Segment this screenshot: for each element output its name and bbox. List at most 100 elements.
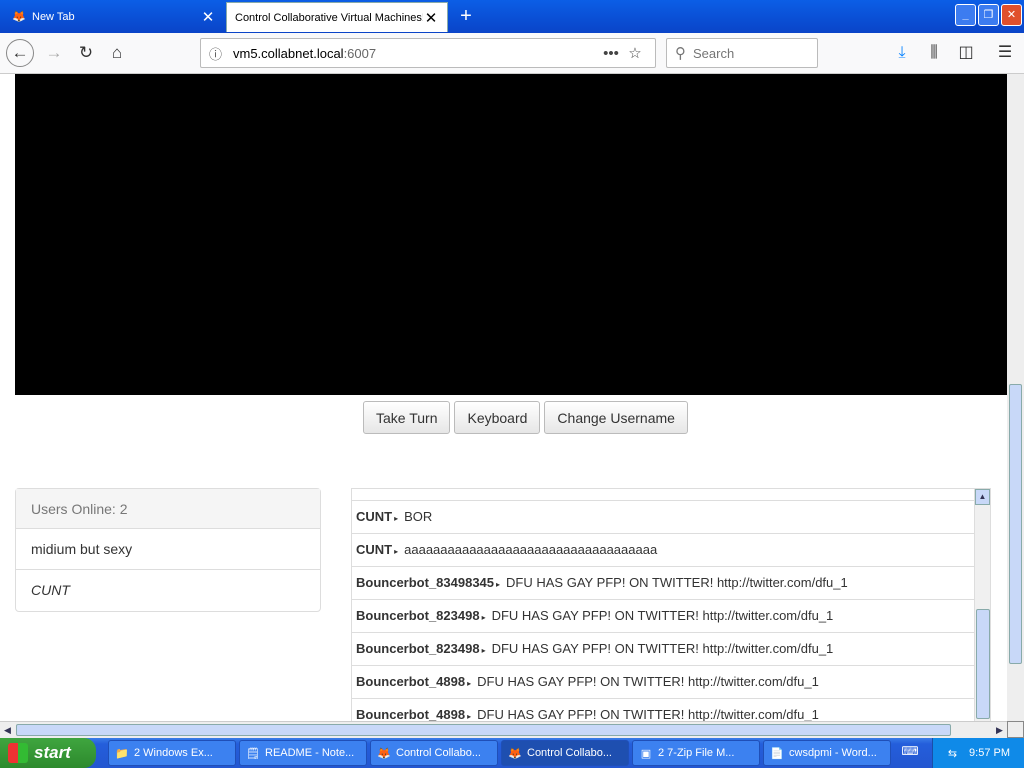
keyboard-button[interactable]: Keyboard: [454, 401, 541, 434]
tab-title: New Tab: [32, 11, 75, 23]
download-icon[interactable]: ⤓: [888, 39, 916, 67]
taskbar: start 📁 2 Windows Ex... 🗒 README - Note...…: [0, 738, 1024, 768]
change-username-button[interactable]: Change Username: [544, 401, 688, 434]
arrow-icon: ▸: [481, 613, 486, 622]
close-icon[interactable]: ✕: [423, 9, 439, 27]
chat-message: Bouncerbot_83498345 ▸ DFU HAS GAY PFP! ON …: [352, 566, 975, 599]
chat-text: DFU HAS GAY PFP! ON TWITTER! http://twit…: [506, 575, 848, 590]
task-label: README - Note...: [265, 747, 355, 759]
chat-spacer: [352, 489, 975, 500]
bookmark-star-icon[interactable]: ☆: [623, 44, 647, 62]
task-label: Control Collabo...: [396, 747, 481, 759]
scroll-up-icon[interactable]: ▲: [975, 489, 990, 505]
page-scroll-thumb[interactable]: [1009, 384, 1022, 664]
chat-text: DFU HAS GAY PFP! ON TWITTER! http://twit…: [491, 608, 834, 623]
horizontal-scroll-thumb[interactable]: [16, 724, 951, 736]
url-text[interactable]: vm5.collabnet.local:6007: [233, 46, 599, 61]
chat-username: Bouncerbot_4898: [356, 674, 466, 689]
library-icon[interactable]: ⫼: [920, 39, 948, 67]
scroll-left-icon[interactable]: ◀: [0, 723, 15, 737]
search-box[interactable]: ⚲: [666, 38, 818, 68]
scroll-right-icon[interactable]: ▶: [992, 723, 1007, 737]
scrollbar-corner: [1007, 721, 1024, 738]
url-port: :6007: [343, 45, 377, 61]
sidebar-icon[interactable]: ◫: [952, 39, 980, 67]
chat-username: Bouncerbot_4898: [356, 707, 466, 721]
task-wordpad[interactable]: 📄 cwsdpmi - Word...: [763, 740, 891, 766]
start-button[interactable]: start: [0, 738, 96, 768]
chat-message: Bouncerbot_4898 ▸ DFU HAS GAY PFP! ON TWIT…: [352, 698, 975, 721]
taskbar-tasks: 📁 2 Windows Ex... 🗒 README - Note... 🦊 Cont…: [108, 740, 891, 766]
chat-username: Bouncerbot_823498: [356, 608, 480, 623]
chat-message: Bouncerbot_4898 ▸ DFU HAS GAY PFP! ON TWIT…: [352, 665, 975, 698]
url-host: vm5.collabnet.local: [233, 45, 344, 61]
firefox-icon: 🦊: [377, 747, 391, 760]
windows-logo-icon: [8, 743, 28, 763]
take-turn-button[interactable]: Take Turn: [363, 401, 451, 434]
firefox-icon: 🦊: [508, 747, 522, 760]
arrow-icon: ▸: [481, 646, 486, 655]
page-actions-icon[interactable]: •••: [599, 45, 623, 62]
firefox-icon: 🦊: [12, 11, 26, 23]
page-content: Take Turn Keyboard Change Username Users…: [0, 74, 1007, 721]
user-item: midium but sexy: [16, 529, 320, 570]
keyboard-icon[interactable]: ⌨: [900, 744, 920, 762]
restore-icon[interactable]: ❐: [978, 4, 999, 26]
close-window-icon[interactable]: ✕: [1001, 4, 1022, 26]
task-windows-explorer[interactable]: 📁 2 Windows Ex...: [108, 740, 236, 766]
minimize-icon[interactable]: _: [955, 4, 976, 26]
users-online-header: Users Online: 2: [16, 489, 320, 529]
arrow-icon: ▸: [496, 580, 501, 589]
user-item: CUNT: [31, 582, 70, 598]
arrow-icon: ▸: [394, 514, 399, 523]
chat-scrollbar[interactable]: ▲: [974, 489, 990, 721]
folder-icon: 📁: [115, 747, 129, 760]
tab-new-tab[interactable]: 🦊 New Tab ✕: [4, 2, 224, 32]
vm-controls: Take Turn Keyboard Change Username: [363, 401, 688, 434]
task-7zip[interactable]: ▣ 2 7-Zip File M...: [632, 740, 760, 766]
network-icon[interactable]: ⇆: [948, 747, 957, 760]
search-icon: ⚲: [675, 45, 686, 62]
chat-message: Bouncerbot_823498 ▸ DFU HAS GAY PFP! ON TW…: [352, 632, 975, 665]
task-label: 2 Windows Ex...: [134, 747, 213, 759]
chat-username: Bouncerbot_83498345: [356, 575, 495, 590]
page-horizontal-scrollbar[interactable]: ◀ ▶: [0, 721, 1007, 738]
chat-scroll-thumb[interactable]: [976, 609, 990, 719]
chat-message: CUNT ▸ aaaaaaaaaaaaaaaaaaaaaaaaaaaaaaaaaaa: [352, 533, 975, 566]
chat-username: CUNT: [356, 542, 393, 557]
close-icon[interactable]: ✕: [200, 8, 216, 26]
users-online-panel: Users Online: 2 midium but sexy CUNT: [15, 488, 321, 612]
task-firefox-active[interactable]: 🦊 Control Collabo...: [501, 740, 629, 766]
search-input[interactable]: [693, 45, 803, 61]
chat-text: DFU HAS GAY PFP! ON TWITTER! http://twit…: [491, 641, 834, 656]
info-icon[interactable]: ⓘ: [209, 44, 227, 63]
task-notepad[interactable]: 🗒 README - Note...: [239, 740, 367, 766]
vm-display[interactable]: [15, 74, 1007, 395]
reload-icon[interactable]: ↻: [72, 39, 100, 67]
forward-icon[interactable]: →: [40, 39, 68, 67]
chat-text: DFU HAS GAY PFP! ON TWITTER! http://twit…: [477, 707, 819, 721]
clock: 9:57 PM: [969, 747, 1010, 759]
back-icon[interactable]: ←: [6, 39, 34, 67]
task-firefox[interactable]: 🦊 Control Collabo...: [370, 740, 498, 766]
window-controls: _ ❐ ✕: [955, 4, 1022, 26]
arrow-icon: ▸: [467, 712, 472, 721]
page-vertical-scrollbar[interactable]: [1007, 74, 1024, 721]
menu-icon[interactable]: ☰: [991, 39, 1019, 67]
chat-text: DFU HAS GAY PFP! ON TWITTER! http://twit…: [477, 674, 819, 689]
task-label: cwsdpmi - Word...: [789, 747, 877, 759]
new-tab-icon[interactable]: +: [454, 4, 478, 28]
tab-title: Control Collaborative Virtual Machines!: [235, 11, 423, 24]
chat-username: Bouncerbot_823498: [356, 641, 480, 656]
chat-text: aaaaaaaaaaaaaaaaaaaaaaaaaaaaaaaaaaa: [404, 542, 658, 557]
url-bar[interactable]: ⓘ vm5.collabnet.local:6007 ••• ☆: [200, 38, 656, 68]
arrow-icon: ▸: [467, 679, 472, 688]
task-label: 2 7-Zip File M...: [658, 747, 735, 759]
system-tray: ⇆ 9:57 PM: [932, 738, 1024, 768]
wordpad-icon: 📄: [770, 747, 784, 760]
chat-message: CUNT ▸ BOR: [352, 500, 975, 533]
tab-collabvm[interactable]: Control Collaborative Virtual Machines! …: [226, 2, 448, 32]
home-icon[interactable]: ⌂: [103, 39, 131, 67]
chat-panel[interactable]: CUNT ▸ BOR CUNT ▸ aaaaaaaaaaaaaaaaaaaaaaaaaa…: [351, 488, 991, 721]
nav-toolbar: ← → ↻ ⌂ ⓘ vm5.collabnet.local:6007 ••• ☆…: [0, 33, 1024, 74]
